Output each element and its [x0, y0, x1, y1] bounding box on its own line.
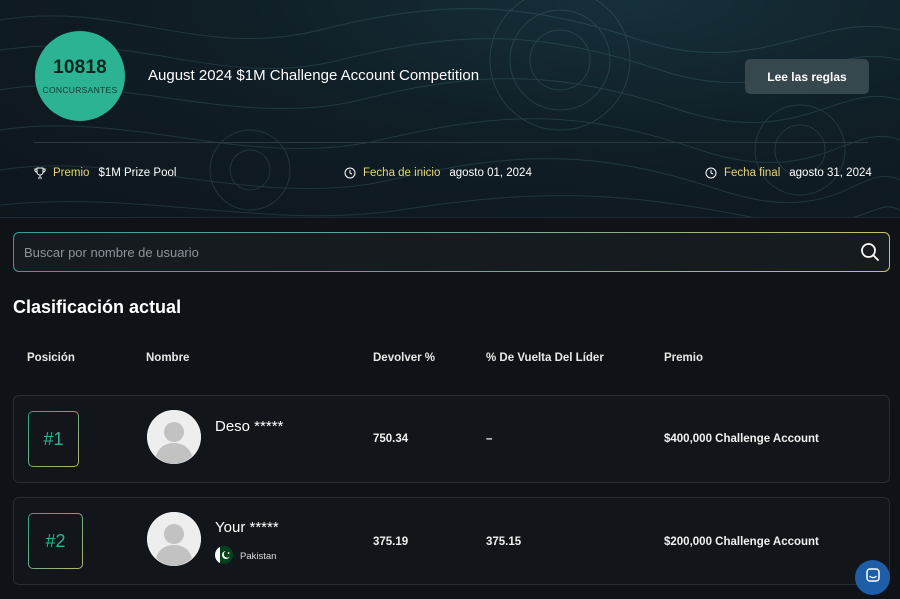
participants-label: CONCURSANTES	[42, 85, 118, 95]
behind-leader-percent: –	[486, 433, 493, 445]
prize-label: Premio	[53, 167, 90, 179]
username: Deso *****	[215, 418, 284, 435]
participants-badge: 10818 CONCURSANTES	[35, 31, 125, 121]
search-icon[interactable]	[860, 242, 880, 262]
column-header-prize: Premio	[664, 352, 703, 364]
table-row[interactable]: #1 Deso ***** 750.34 – $400,000 Challeng…	[13, 395, 890, 483]
behind-leader-percent: 375.15	[486, 536, 522, 548]
prize-value: $1M Prize Pool	[98, 167, 177, 179]
start-date-info: Fecha de inicio agosto 01, 2024	[344, 167, 532, 179]
column-header-behind-leader: % De Vuelta Del Líder	[486, 352, 604, 364]
search-bar	[13, 232, 890, 272]
end-date-info: Fecha final agosto 31, 2024	[705, 167, 872, 179]
country-name: Pakistan	[240, 551, 277, 562]
column-header-name: Nombre	[146, 352, 190, 364]
start-date-label: Fecha de inicio	[363, 167, 441, 179]
search-box	[14, 233, 889, 271]
header-divider	[34, 142, 868, 143]
pakistan-flag-icon	[215, 546, 233, 564]
rank-badge: #2	[28, 513, 83, 569]
trophy-icon	[34, 167, 46, 179]
read-rules-button[interactable]: Lee las reglas	[745, 59, 869, 94]
clock-icon	[705, 167, 717, 179]
rank-badge: #1	[28, 411, 79, 467]
competition-header: 10818 CONCURSANTES August 2024 $1M Chall…	[0, 0, 900, 218]
column-header-return: Devolver %	[373, 352, 436, 364]
return-percent: 375.19	[373, 536, 409, 548]
avatar	[147, 410, 201, 464]
competition-title: August 2024 $1M Challenge Account Compet…	[148, 67, 480, 84]
table-row[interactable]: #2 Your ***** Pakistan 375.19 375.15 $20…	[13, 497, 890, 585]
clock-icon	[344, 167, 356, 179]
chat-button[interactable]	[855, 560, 890, 595]
topographic-background	[0, 0, 900, 217]
end-date-value: agosto 31, 2024	[789, 167, 872, 179]
start-date-value: agosto 01, 2024	[449, 167, 532, 179]
participants-count: 10818	[53, 57, 107, 78]
chat-icon	[865, 567, 881, 588]
username: Your *****	[215, 519, 279, 536]
return-percent: 750.34	[373, 433, 409, 445]
end-date-label: Fecha final	[724, 167, 781, 179]
search-input[interactable]	[14, 233, 834, 271]
avatar	[147, 512, 201, 566]
leaderboard-title: Clasificación actual	[13, 297, 182, 317]
prize-info: Premio $1M Prize Pool	[34, 167, 176, 179]
prize-value: $200,000 Challenge Account	[664, 536, 819, 548]
prize-value: $400,000 Challenge Account	[664, 433, 819, 445]
column-header-position: Posición	[27, 352, 75, 364]
